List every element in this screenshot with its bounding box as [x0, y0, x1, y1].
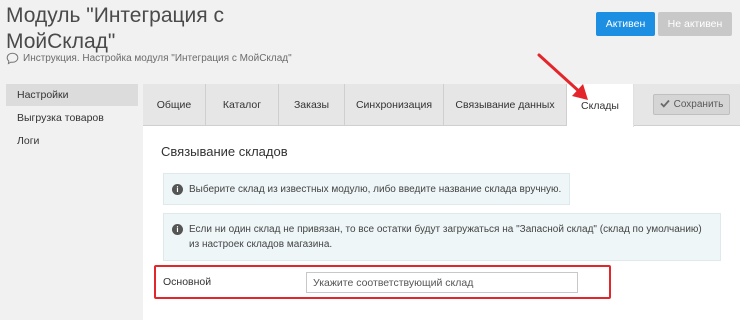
active-button[interactable]: Активен [596, 12, 655, 36]
page-title: Модуль "Интеграция с МойСклад" [6, 4, 224, 53]
sidebar-item-export[interactable]: Выгрузка товаров [6, 107, 138, 129]
chat-bubble-icon [6, 52, 19, 65]
warehouse-input[interactable] [306, 272, 578, 293]
tab-general[interactable]: Общие [143, 84, 206, 126]
save-button[interactable]: Сохранить [653, 94, 730, 115]
tab-sync[interactable]: Синхронизация [345, 84, 444, 126]
field-label: Основной [163, 276, 212, 288]
warehouse-field-row: Основной [154, 265, 611, 299]
info-text: Выберите склад из известных модулю, либо… [189, 184, 562, 195]
red-arrow-icon [537, 53, 588, 100]
sidebar: Настройки Выгрузка товаров Логи [6, 84, 138, 153]
info-icon: i [172, 184, 183, 195]
info-box-hint: i Выберите склад из известных модулю, ли… [163, 173, 570, 205]
sidebar-item-logs[interactable]: Логи [6, 130, 138, 152]
tab-orders[interactable]: Заказы [279, 84, 345, 126]
instruction-link[interactable]: Инструкция. Настройка модуля "Интеграция… [6, 52, 292, 65]
inactive-button[interactable]: Не активен [658, 12, 732, 36]
instruction-text: Инструкция. Настройка модуля "Интеграция… [23, 53, 292, 64]
tab-catalog[interactable]: Каталог [206, 84, 279, 126]
section-title: Связывание складов [161, 144, 288, 159]
info-text: Если ни один склад не привязан, то все о… [189, 224, 702, 250]
info-box-default-warehouse: i Если ни один склад не привязан, то все… [163, 213, 721, 261]
sidebar-item-settings[interactable]: Настройки [6, 84, 138, 106]
save-label: Сохранить [673, 99, 724, 110]
info-icon: i [172, 224, 183, 235]
check-icon [660, 99, 670, 111]
settings-panel: Общие Каталог Заказы Синхронизация Связы… [143, 84, 740, 320]
tab-bar: Общие Каталог Заказы Синхронизация Связы… [143, 84, 740, 127]
